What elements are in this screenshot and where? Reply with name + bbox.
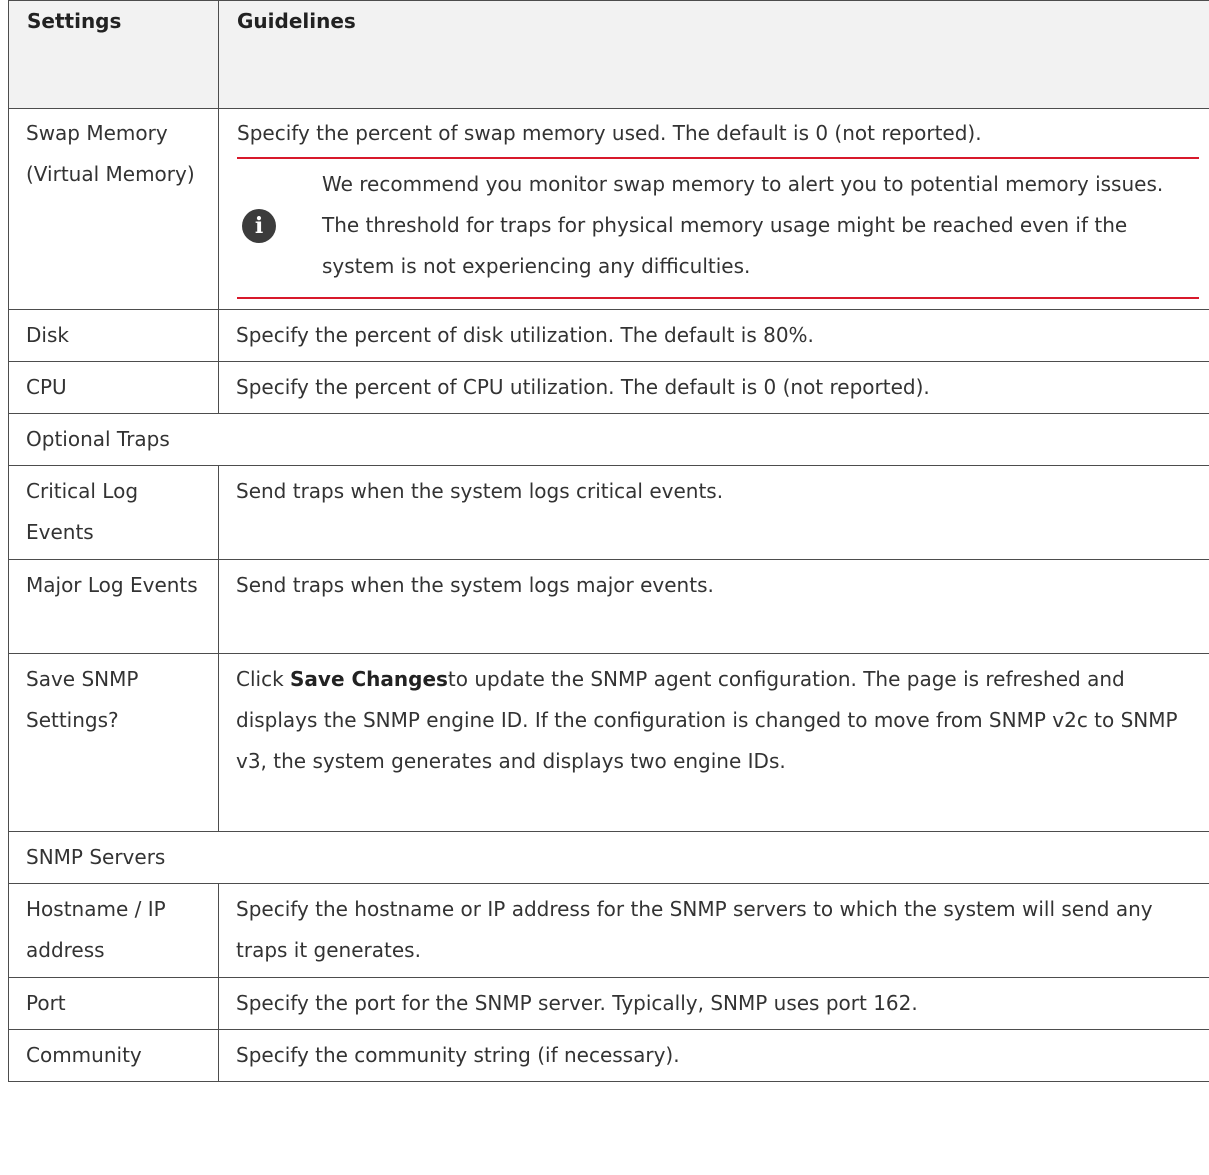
guideline-cell: Specify the percent of CPU utilization. … xyxy=(218,361,1209,414)
table-row: Port Specify the port for the SNMP serve… xyxy=(8,977,1209,1030)
save-changes-label: Save Changes xyxy=(290,667,448,691)
table-row: Swap Memory (Virtual Memory) Specify the… xyxy=(8,108,1209,310)
header-row: Settings Guidelines xyxy=(8,0,1209,109)
guideline-cell: Specify the percent of disk utilization.… xyxy=(218,309,1209,362)
guideline-prefix: Click xyxy=(236,667,291,691)
section-row: Optional Traps xyxy=(8,413,1209,466)
setting-cell: Swap Memory (Virtual Memory) xyxy=(8,108,219,310)
guideline-text: Specify the percent of swap memory used.… xyxy=(237,113,1199,159)
setting-cell: Hostname / IP address xyxy=(8,883,219,978)
info-icon: i xyxy=(242,208,276,243)
guideline-cell: Specify the port for the SNMP server. Ty… xyxy=(218,977,1209,1030)
table-row: CPU Specify the percent of CPU utilizati… xyxy=(8,361,1209,414)
table-row: Major Log Events Send traps when the sys… xyxy=(8,559,1209,654)
setting-cell: Save SNMP Settings? xyxy=(8,653,219,832)
settings-table: Settings Guidelines Swap Memory (Virtual… xyxy=(8,0,1209,1082)
table-row: Disk Specify the percent of disk utiliza… xyxy=(8,309,1209,362)
section-label-snmp-servers: SNMP Servers xyxy=(8,831,1209,884)
setting-cell: Community xyxy=(8,1029,219,1082)
table-row: Save SNMP Settings? Click Save Changesto… xyxy=(8,653,1209,832)
table-row: Hostname / IP address Specify the hostna… xyxy=(8,883,1209,978)
note-box: i We recommend you monitor swap memory t… xyxy=(237,159,1199,299)
guideline-cell: Specify the hostname or IP address for t… xyxy=(218,883,1209,978)
section-row: SNMP Servers xyxy=(8,831,1209,884)
header-settings: Settings xyxy=(8,0,219,109)
header-guidelines: Guidelines xyxy=(218,0,1209,109)
note-text: We recommend you monitor swap memory to … xyxy=(322,172,1164,278)
table-row: Critical Log Events Send traps when the … xyxy=(8,465,1209,560)
guideline-cell: Send traps when the system logs critical… xyxy=(218,465,1209,560)
setting-cell: CPU xyxy=(8,361,219,414)
section-label-optional-traps: Optional Traps xyxy=(8,413,1209,466)
setting-cell: Port xyxy=(8,977,219,1030)
table-row: Community Specify the community string (… xyxy=(8,1029,1209,1082)
guideline-cell: Specify the community string (if necessa… xyxy=(218,1029,1209,1082)
setting-cell: Disk xyxy=(8,309,219,362)
setting-cell: Major Log Events xyxy=(8,559,219,654)
guideline-cell: Send traps when the system logs major ev… xyxy=(218,559,1209,654)
guideline-cell: Specify the percent of swap memory used.… xyxy=(218,108,1209,310)
guideline-cell: Click Save Changesto update the SNMP age… xyxy=(218,653,1209,832)
setting-cell: Critical Log Events xyxy=(8,465,219,560)
